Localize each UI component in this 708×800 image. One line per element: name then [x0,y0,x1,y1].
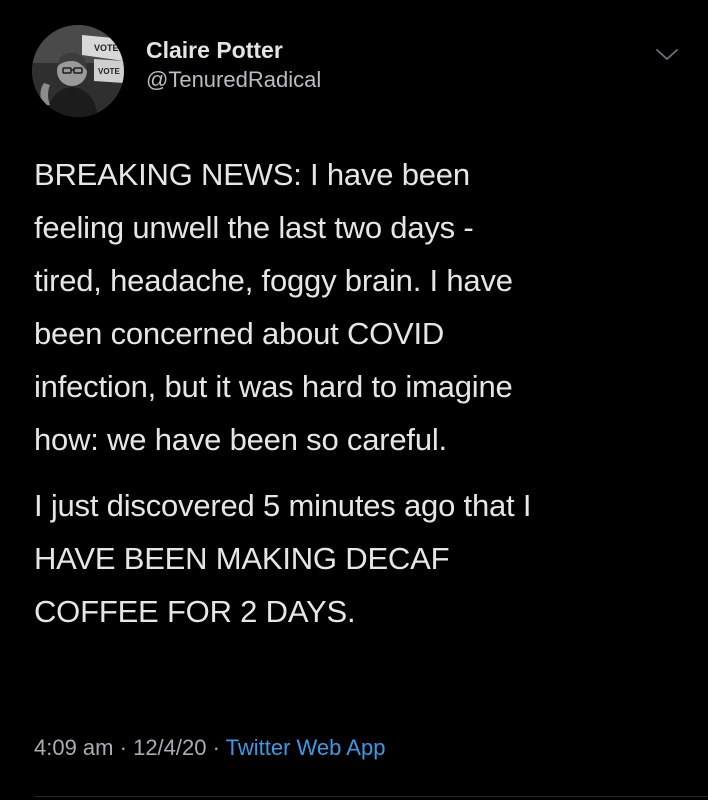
avatar[interactable]: VOTE VOTE [32,25,124,117]
chevron-down-icon[interactable] [652,39,682,69]
display-name[interactable]: Claire Potter [146,35,321,65]
tweet-line: been concerned about COVID [34,316,445,351]
author-info: Claire Potter @TenuredRadical [146,35,321,95]
tweet-line: COFFEE FOR 2 DAYS. [34,594,356,629]
avatar-image: VOTE VOTE [32,25,124,117]
avatar-sign-text: VOTE [94,43,119,53]
tweet-header: VOTE VOTE Claire Potter @TenuredRadical [32,25,692,117]
tweet-text: BREAKING NEWS: I have been feeling unwel… [34,148,694,638]
meta-separator: · [119,735,127,760]
handle[interactable]: @TenuredRadical [146,65,321,95]
tweet-line: HAVE BEEN MAKING DECAF [34,541,450,576]
tweet-line: feeling unwell the last two days - [34,210,474,245]
avatar-sign-text: VOTE [98,67,120,76]
tweet-line: tired, headache, foggy brain. I have [34,263,513,298]
tweet-time[interactable]: 4:09 am [34,735,114,760]
divider [34,796,708,797]
tweet-source-link[interactable]: Twitter Web App [226,735,386,760]
tweet-paragraph: BREAKING NEWS: I have been feeling unwel… [34,148,694,466]
tweet-line: I just discovered 5 minutes ago that I [34,488,532,523]
tweet-line: infection, but it was hard to imagine [34,369,513,404]
tweet-line: how: we have been so careful. [34,422,447,457]
tweet-date[interactable]: 12/4/20 [133,735,206,760]
tweet-meta: 4:09 am · 12/4/20 · Twitter Web App [34,733,385,763]
tweet-paragraph: I just discovered 5 minutes ago that I H… [34,479,694,638]
meta-separator: · [212,735,220,760]
tweet: VOTE VOTE Claire Potter @TenuredRadical [0,0,708,800]
tweet-line: BREAKING NEWS: I have been [34,157,470,192]
